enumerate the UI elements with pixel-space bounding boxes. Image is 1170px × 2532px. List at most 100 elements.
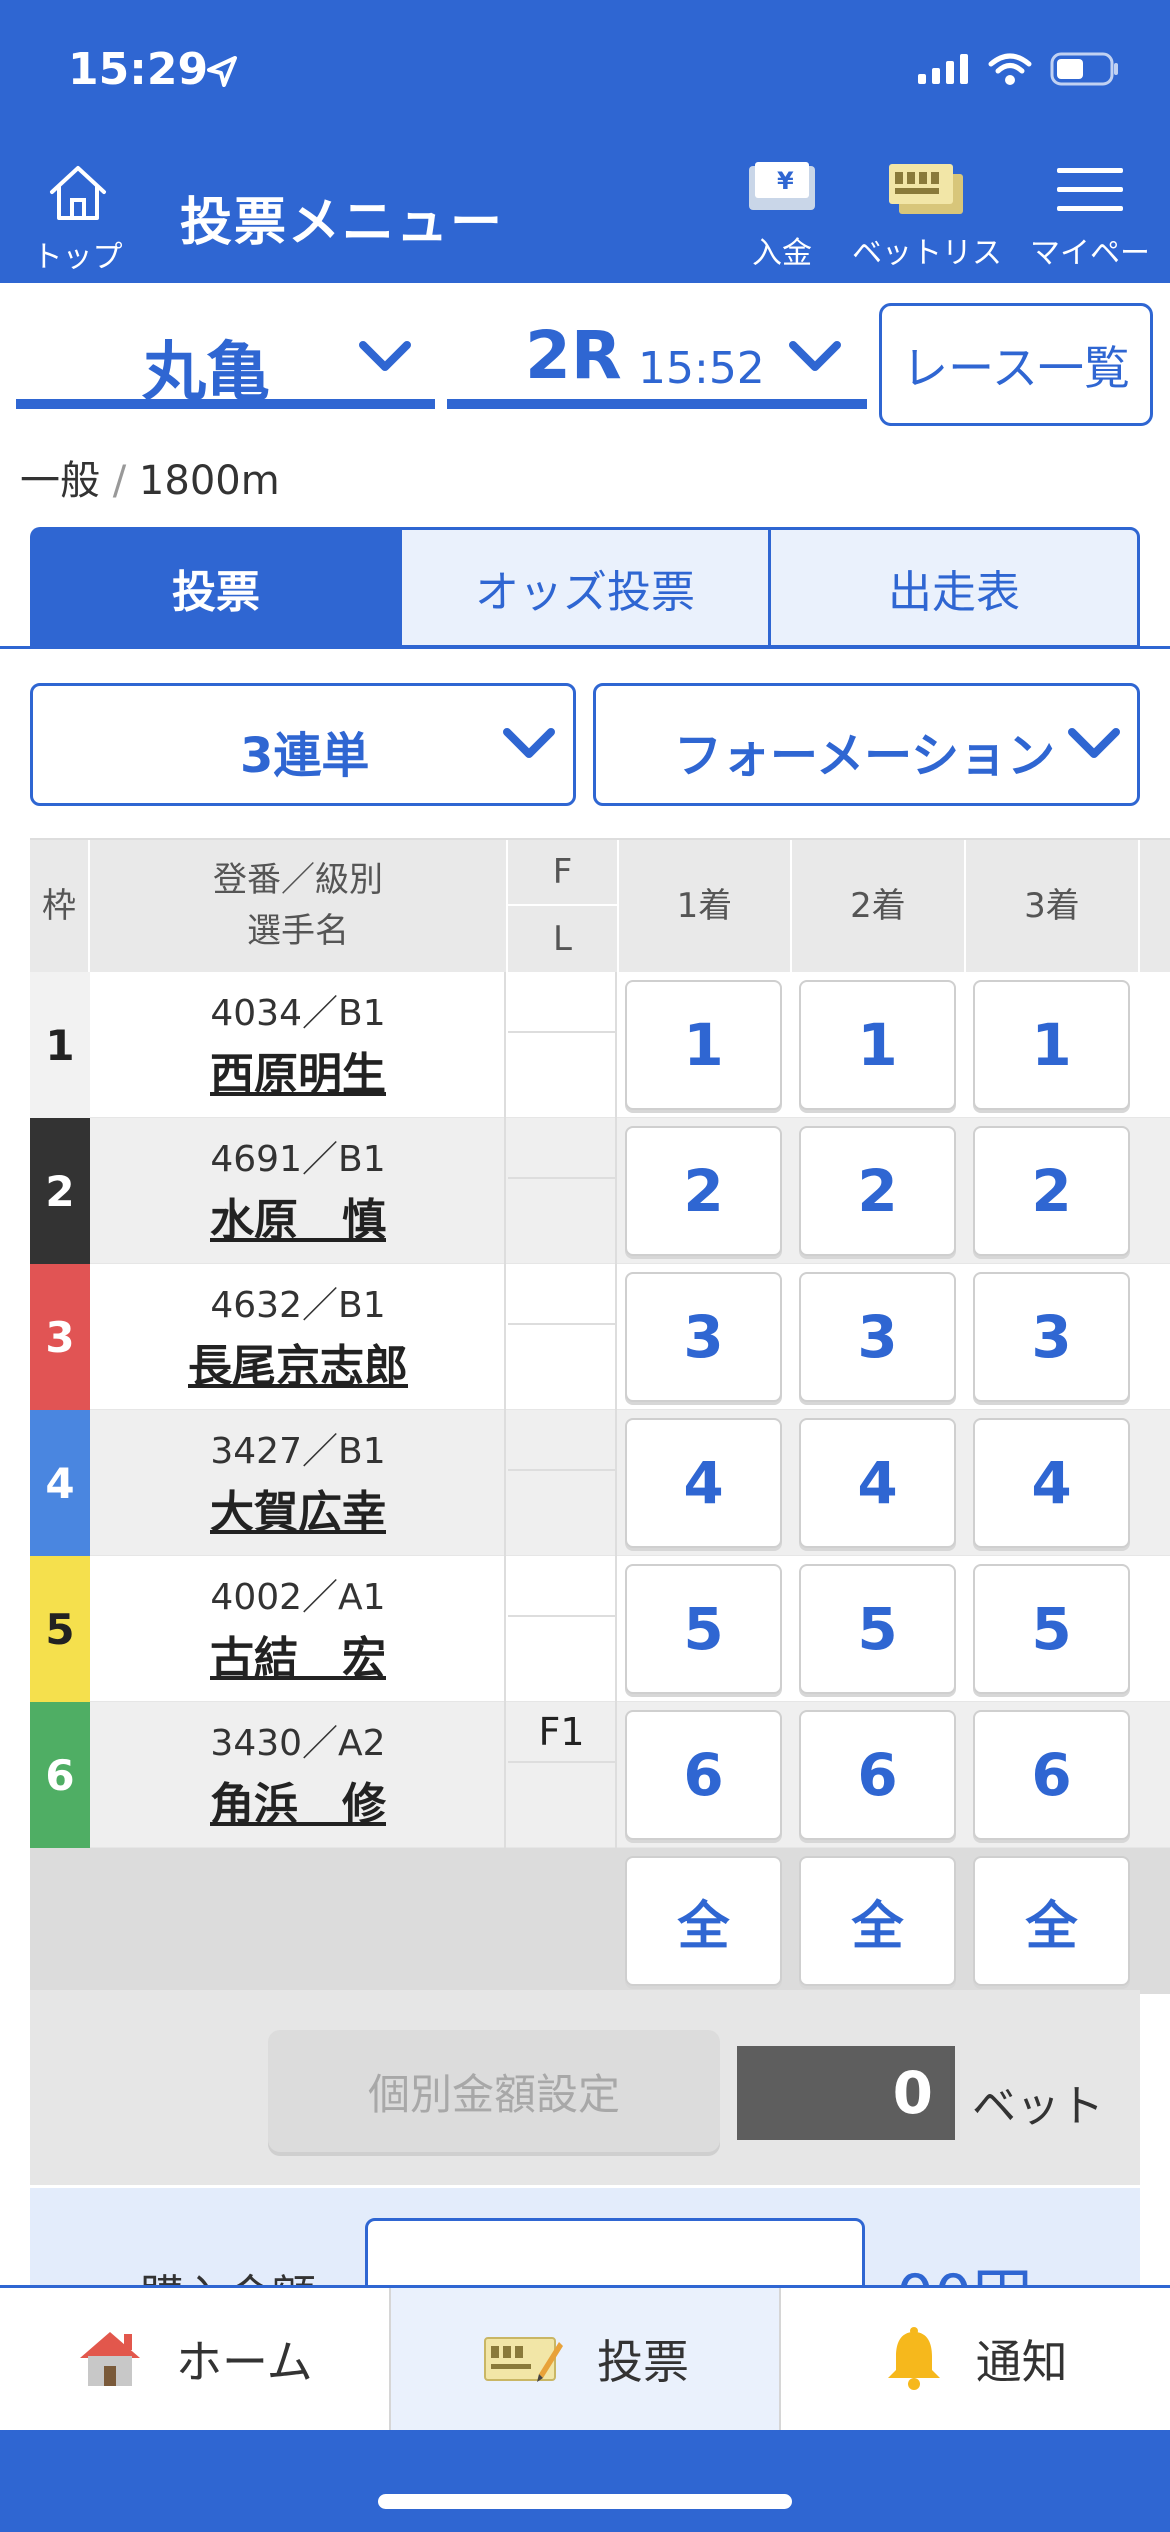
bet-count: 0 — [737, 2046, 955, 2140]
pick-first-button[interactable]: 3 — [625, 1272, 782, 1402]
player-registration: 4034／B1 — [210, 993, 386, 1034]
individual-amount-button[interactable]: 個別金額設定 — [268, 2030, 720, 2152]
bet-type-value: 3連単 — [240, 728, 370, 784]
pick-third-button[interactable]: 4 — [973, 1418, 1130, 1548]
vote-tabs: 投票 オッズ投票 出走表 — [30, 527, 1140, 648]
race-class: 一般 — [20, 458, 100, 504]
deposit-button[interactable]: ¥ 入金 — [737, 160, 827, 272]
player-cell: 3427／B1 大賀広幸 — [92, 1410, 506, 1556]
pick-second-button[interactable]: 4 — [799, 1418, 956, 1548]
player-name-link[interactable]: 水原 慎 — [92, 1184, 504, 1248]
select-all-second-button[interactable]: 全 — [799, 1856, 956, 1986]
purchase-unit: 00円 — [896, 2248, 1032, 2288]
f-count — [508, 1556, 617, 1617]
purchase-panel: 購入金額 00円 — [30, 2188, 1140, 2288]
player-row: 1 4034／B1 西原明生 1 1 1 — [30, 972, 1170, 1118]
pick-first-button[interactable]: 2 — [625, 1126, 782, 1256]
player-registration: 3427／B1 — [210, 1431, 386, 1472]
pick-second-button[interactable]: 2 — [799, 1126, 956, 1256]
deposit-icon: ¥ — [749, 162, 815, 210]
header-player-line2: 選手名 — [247, 911, 349, 951]
status-time: 15:29 — [68, 44, 209, 95]
l-count — [508, 1325, 617, 1410]
pick-second-button[interactable]: 6 — [799, 1710, 956, 1840]
pick-first-button[interactable]: 1 — [625, 980, 782, 1110]
select-all-third-button[interactable]: 全 — [973, 1856, 1130, 1986]
player-registration: 4632／B1 — [210, 1285, 386, 1326]
pick-third-button[interactable]: 3 — [973, 1272, 1130, 1402]
home-outline-icon — [49, 166, 106, 220]
tabbar-notify-label: 通知 — [975, 2335, 1068, 2389]
player-name-link[interactable]: 古結 宏 — [92, 1622, 504, 1686]
top-label: トップ — [32, 240, 123, 275]
signal-icon — [918, 54, 968, 84]
pick-first-button[interactable]: 4 — [625, 1418, 782, 1548]
tab-vote[interactable]: 投票 — [30, 527, 399, 648]
svg-text:¥: ¥ — [777, 167, 794, 195]
chevron-down-icon — [1068, 728, 1120, 758]
player-name-link[interactable]: 角浜 修 — [92, 1768, 504, 1832]
race-number-select[interactable]: 2R 15:52 — [447, 303, 867, 409]
header-first: 1着 — [617, 840, 792, 972]
race-list-button[interactable]: レース一覧 — [879, 303, 1153, 426]
waku-number: 5 — [30, 1556, 90, 1702]
purchase-label: 購入金額 — [140, 2260, 316, 2288]
l-count — [508, 1179, 617, 1264]
bet-unit: ベット — [972, 2081, 1104, 2132]
tabbar-vote-label: 投票 — [597, 2335, 689, 2389]
tabbar-vote[interactable]: 投票 — [390, 2288, 782, 2430]
pick-first-button[interactable]: 6 — [625, 1710, 782, 1840]
home-bar — [0, 2430, 1170, 2532]
pick-second-button[interactable]: 5 — [799, 1564, 956, 1694]
waku-number: 3 — [30, 1264, 90, 1410]
pick-first-button[interactable]: 5 — [625, 1564, 782, 1694]
pick-third-button[interactable]: 5 — [973, 1564, 1130, 1694]
battery-icon — [1050, 52, 1118, 86]
chevron-down-icon — [789, 341, 841, 371]
bet-type-select[interactable]: 3連単 — [30, 683, 576, 806]
select-all-first-button[interactable]: 全 — [625, 1856, 782, 1986]
player-name-link[interactable]: 大賀広幸 — [92, 1476, 504, 1540]
pick-second-button[interactable]: 3 — [799, 1272, 956, 1402]
player-registration: 3430／A2 — [210, 1723, 386, 1764]
grid-header: 枠 登番／級別 選手名 F L 1着 2着 3着 — [30, 840, 1170, 972]
f-count — [508, 1410, 617, 1471]
tabbar-home[interactable]: ホーム — [0, 2288, 391, 2430]
tab-entry-list[interactable]: 出走表 — [768, 527, 1140, 648]
bet-method-select[interactable]: フォーメーション — [593, 683, 1140, 806]
house-icon — [80, 2332, 141, 2386]
chevron-down-icon — [359, 341, 411, 371]
location-arrow-icon — [205, 55, 239, 93]
player-cell: 4632／B1 長尾京志郎 — [92, 1264, 506, 1410]
deposit-label: 入金 — [752, 236, 812, 271]
l-count — [508, 1763, 617, 1848]
race-info-separator: / — [112, 458, 127, 504]
home-indicator — [378, 2494, 792, 2509]
race-info: 一般 / 1800m — [20, 448, 280, 506]
player-cell: 4002／A1 古結 宏 — [92, 1556, 506, 1702]
race-time: 15:52 — [638, 343, 765, 394]
pick-third-button[interactable]: 6 — [973, 1710, 1130, 1840]
waku-number: 2 — [30, 1118, 90, 1264]
l-count — [508, 1617, 617, 1702]
f-count: F1 — [508, 1702, 617, 1763]
player-name-link[interactable]: 西原明生 — [92, 1038, 504, 1102]
pick-second-button[interactable]: 1 — [799, 980, 956, 1110]
f-count — [508, 1264, 617, 1325]
tabbar-notify[interactable]: 通知 — [781, 2288, 1170, 2430]
purchase-amount-input[interactable] — [365, 2218, 865, 2288]
top-button[interactable]: トップ — [30, 162, 125, 276]
pick-third-button[interactable]: 2 — [973, 1126, 1130, 1256]
amount-panel: 個別金額設定 0 ベット — [30, 1990, 1140, 2185]
select-all-row: 全 全 全 — [30, 1848, 1170, 1994]
header-third: 3着 — [966, 840, 1140, 972]
waku-number: 1 — [30, 972, 90, 1118]
venue-name: 丸亀 — [142, 336, 270, 410]
venue-select[interactable]: 丸亀 — [16, 303, 435, 410]
header-f: F — [508, 840, 617, 906]
player-registration: 4002／A1 — [210, 1577, 386, 1618]
f-count — [508, 972, 617, 1033]
player-name-link[interactable]: 長尾京志郎 — [92, 1330, 504, 1394]
tab-odds-vote[interactable]: オッズ投票 — [399, 527, 768, 648]
pick-third-button[interactable]: 1 — [973, 980, 1130, 1110]
